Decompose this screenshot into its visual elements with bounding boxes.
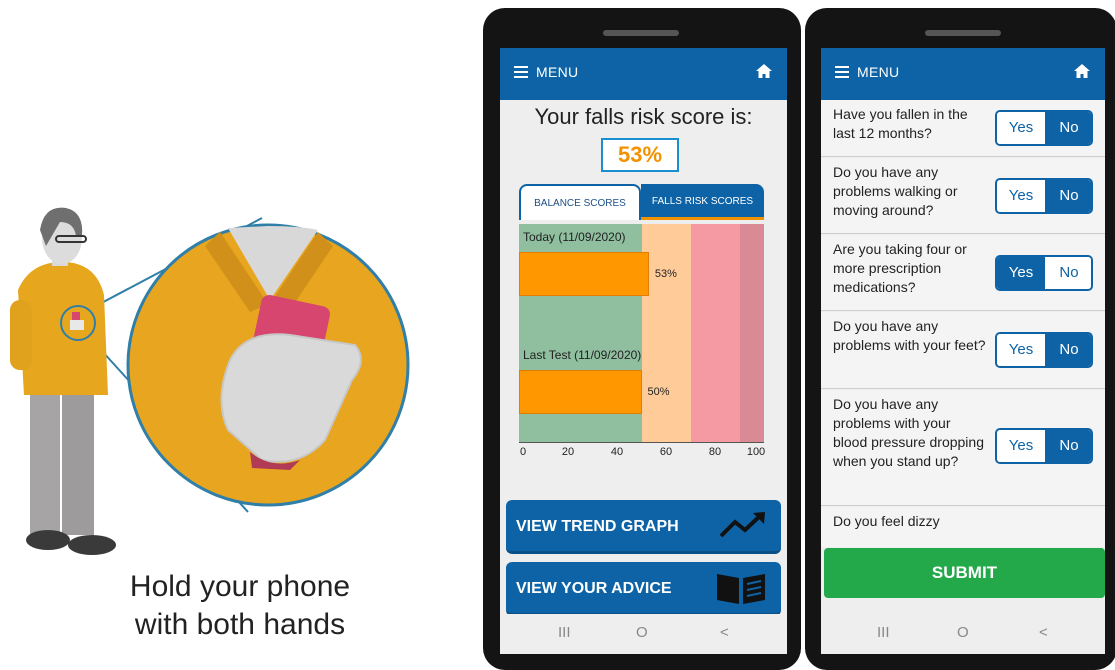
bar — [519, 252, 649, 296]
x-tick-label: 20 — [561, 446, 575, 458]
yes-option[interactable]: Yes — [997, 334, 1045, 366]
book-icon — [717, 574, 765, 604]
x-tick-label: 100 — [746, 446, 766, 458]
view-trend-graph-label: VIEW TREND GRAPH — [516, 518, 679, 535]
no-option[interactable]: No — [1045, 257, 1091, 289]
tab-falls-risk-scores[interactable]: FALLS RISK SCORES — [641, 184, 764, 220]
no-option[interactable]: No — [1045, 180, 1091, 212]
x-tick-label: 40 — [610, 446, 624, 458]
question-row: Do you have any problems walking or movi… — [821, 158, 1105, 234]
bar-category-label: Today (11/09/2020) — [523, 230, 626, 244]
system-nav-bar: III O < — [821, 614, 1105, 654]
no-option[interactable]: No — [1045, 334, 1091, 366]
yes-no-toggle: Yes No — [995, 178, 1093, 214]
hamburger-menu-icon[interactable] — [514, 66, 528, 78]
question-row: Are you taking four or more prescription… — [821, 235, 1105, 311]
view-trend-graph-button[interactable]: VIEW TREND GRAPH — [506, 500, 781, 554]
x-axis-line — [519, 442, 764, 443]
bar-value-label: 53% — [654, 268, 677, 280]
phone-speaker — [925, 30, 1001, 36]
score-tabs: BALANCE SCORES FALLS RISK SCORES — [519, 184, 764, 220]
question-text: Do you have any problems with your blood… — [833, 396, 984, 469]
system-nav-bar: III O < — [500, 614, 787, 654]
view-your-advice-label: VIEW YOUR ADVICE — [516, 580, 672, 597]
question-text: Do you have any problems walking or movi… — [833, 164, 958, 218]
yes-option[interactable]: Yes — [997, 180, 1045, 212]
home-nav-button[interactable]: O — [957, 624, 969, 641]
caption-line-2: with both hands — [134, 608, 346, 641]
questionnaire-screen: MENU Have you fallen in the last 12 mont… — [821, 48, 1105, 654]
recent-apps-button[interactable]: III — [877, 624, 890, 641]
no-option[interactable]: No — [1045, 112, 1091, 144]
menu-button[interactable]: MENU — [857, 64, 899, 80]
yes-no-toggle: Yes No — [995, 332, 1093, 368]
yes-option[interactable]: Yes — [997, 257, 1045, 289]
bar — [519, 370, 642, 414]
tab-balance-scores[interactable]: BALANCE SCORES — [519, 184, 641, 220]
submit-button[interactable]: SUBMIT — [824, 548, 1105, 598]
question-text: Have you fallen in the last 12 months? — [833, 106, 968, 141]
question-text: Do you feel dizzy — [833, 513, 940, 529]
back-nav-button[interactable]: < — [1039, 624, 1048, 641]
back-nav-button[interactable]: < — [720, 624, 729, 641]
hamburger-menu-icon[interactable] — [835, 66, 849, 78]
risk-band — [739, 224, 764, 442]
question-row: Do you have any problems with your feet?… — [821, 312, 1105, 389]
risk-band — [641, 224, 691, 442]
illustration-panel: Hold your phone with both hands — [0, 0, 480, 670]
question-row: Do you have any problems with your blood… — [821, 390, 1105, 506]
phone-speaker — [603, 30, 679, 36]
yes-no-toggle: Yes No — [995, 255, 1093, 291]
results-screen: MENU Your falls risk score is: 53% BALAN… — [500, 48, 787, 654]
risk-score-value: 53% — [601, 138, 679, 172]
yes-option[interactable]: Yes — [997, 112, 1045, 144]
risk-band — [690, 224, 740, 442]
home-icon[interactable] — [1073, 62, 1091, 80]
risk-score-title: Your falls risk score is: — [534, 104, 753, 129]
question-text: Are you taking four or more prescription… — [833, 241, 967, 295]
app-bar: MENU — [500, 48, 787, 100]
yes-option[interactable]: Yes — [997, 430, 1045, 462]
phone-questionnaire: MENU Have you fallen in the last 12 mont… — [805, 8, 1115, 670]
phone-results: MENU Your falls risk score is: 53% BALAN… — [483, 8, 801, 670]
yes-no-toggle: Yes No — [995, 428, 1093, 464]
home-nav-button[interactable]: O — [636, 624, 648, 641]
home-icon[interactable] — [755, 62, 773, 80]
bar-value-label: 50% — [647, 386, 670, 398]
person-holding-phone-illustration — [10, 207, 410, 555]
caption-line-1: Hold your phone — [129, 570, 351, 603]
view-your-advice-button[interactable]: VIEW YOUR ADVICE — [506, 562, 781, 616]
question-row: Have you fallen in the last 12 months? Y… — [821, 100, 1105, 157]
yes-no-toggle: Yes No — [995, 110, 1093, 146]
question-text: Do you have any problems with your feet? — [833, 318, 986, 353]
bar-category-label: Last Test (11/09/2020) — [523, 348, 642, 362]
x-tick-label: 0 — [519, 446, 527, 458]
x-tick-label: 60 — [659, 446, 673, 458]
menu-button[interactable]: MENU — [536, 64, 578, 80]
question-row: Do you feel dizzy — [821, 507, 1105, 547]
falls-risk-chart: Today (11/09/2020) 53% Last Test (11/09/20… — [519, 224, 766, 488]
app-bar: MENU — [821, 48, 1105, 100]
trend-up-icon — [719, 512, 765, 538]
illustration-caption: Hold your phone with both hands — [60, 568, 420, 644]
x-tick-label: 80 — [708, 446, 722, 458]
recent-apps-button[interactable]: III — [558, 624, 571, 641]
no-option[interactable]: No — [1045, 430, 1091, 462]
